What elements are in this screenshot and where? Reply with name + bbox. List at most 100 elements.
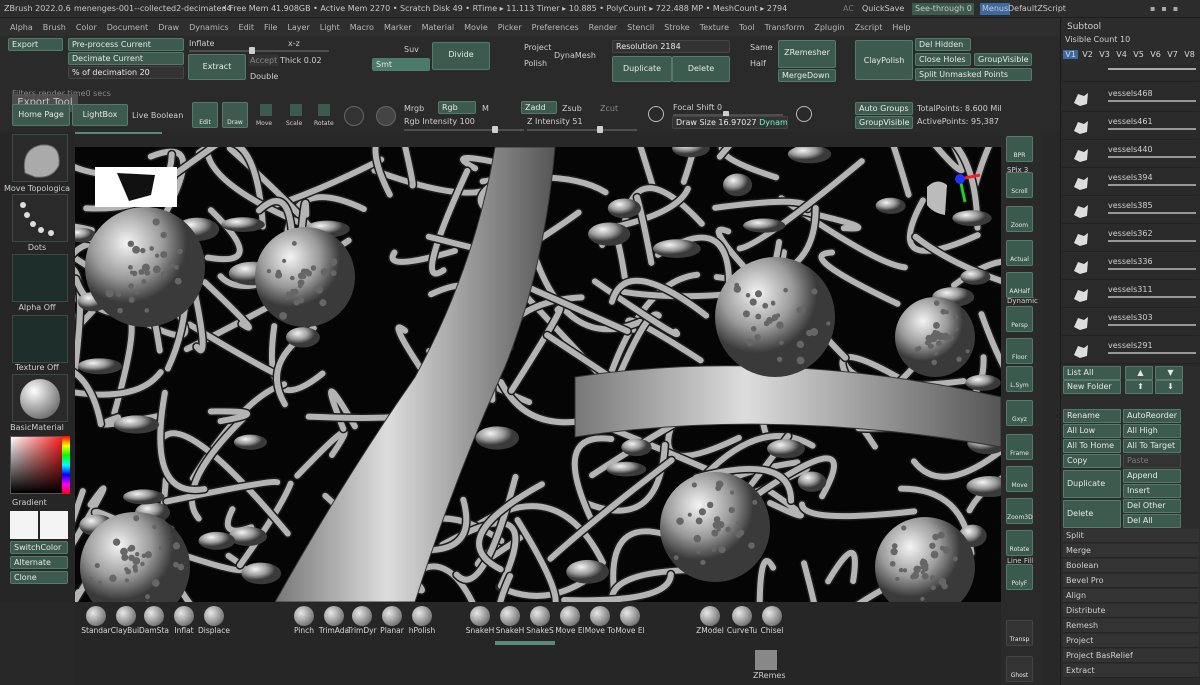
lightbox-button[interactable]: LightBox bbox=[72, 104, 128, 126]
menu-stroke[interactable]: Stroke bbox=[664, 23, 690, 32]
same-toggle[interactable]: Same bbox=[750, 42, 773, 53]
autogroups-button[interactable]: Auto Groups bbox=[855, 102, 913, 115]
sculpt-render[interactable] bbox=[75, 147, 1001, 602]
all-to-target-button[interactable]: All To Target bbox=[1123, 439, 1181, 453]
subtool-controls[interactable] bbox=[1108, 324, 1196, 332]
export-button[interactable]: Export bbox=[8, 38, 63, 51]
live-boolean-button[interactable]: Live Boolean bbox=[132, 110, 183, 121]
menu-tool[interactable]: Tool bbox=[739, 23, 755, 32]
extract-button[interactable]: Extract bbox=[188, 54, 246, 80]
menu-material[interactable]: Material bbox=[422, 23, 455, 32]
menu-light[interactable]: Light bbox=[320, 23, 340, 32]
delete-subtool-button[interactable]: Delete bbox=[1063, 500, 1121, 528]
zcut-toggle[interactable]: Zcut bbox=[600, 103, 618, 114]
menu-stencil[interactable]: Stencil bbox=[627, 23, 654, 32]
default-zscript-button[interactable]: DefaultZScript bbox=[1008, 0, 1066, 18]
duplicate-button[interactable]: Duplicate bbox=[612, 56, 672, 82]
zoom3d-button[interactable]: Zoom3D bbox=[1006, 498, 1033, 524]
menu-picker[interactable]: Picker bbox=[498, 23, 522, 32]
menu-preferences[interactable]: Preferences bbox=[532, 23, 579, 32]
bpr-button[interactable]: BPR bbox=[1006, 136, 1033, 162]
subtool-row[interactable]: vessels394 bbox=[1062, 170, 1199, 196]
menu-texture[interactable]: Texture bbox=[700, 23, 729, 32]
focal-shift-slider[interactable]: Focal Shift 0 bbox=[673, 102, 722, 113]
version-tab-v1[interactable]: V1 bbox=[1063, 50, 1078, 59]
menu-zplugin[interactable]: Zplugin bbox=[814, 23, 844, 32]
subtool-controls[interactable] bbox=[1108, 156, 1196, 164]
subtool-row[interactable]: vessels468 bbox=[1062, 86, 1199, 112]
subpalette-align[interactable]: Align bbox=[1063, 589, 1199, 603]
lsym-button[interactable]: L.Sym bbox=[1006, 366, 1033, 392]
rotate-button[interactable]: Rotate bbox=[1006, 530, 1033, 556]
move-button[interactable]: Move bbox=[1006, 466, 1033, 492]
all-to-home-button[interactable]: All To Home bbox=[1063, 439, 1121, 453]
move-mode-button[interactable]: Move bbox=[256, 118, 272, 129]
version-tab-v7[interactable]: V7 bbox=[1165, 50, 1180, 59]
edit-mode-button[interactable]: Edit bbox=[192, 102, 218, 128]
brush-4[interactable]: Displace bbox=[193, 606, 235, 635]
subtool-controls[interactable] bbox=[1108, 240, 1196, 248]
secondary-color-swatch[interactable] bbox=[40, 511, 68, 539]
see-through-slider[interactable]: See-through 0 bbox=[912, 3, 974, 15]
axis-label[interactable]: x-z bbox=[288, 38, 300, 49]
project-toggle[interactable]: Project bbox=[524, 42, 551, 53]
menus-toggle[interactable]: Menus bbox=[980, 3, 1011, 15]
thick-slider[interactable]: Thick 0.02 bbox=[280, 55, 322, 66]
brush-18[interactable]: Chisel bbox=[751, 606, 793, 635]
navigator-thumbnail[interactable] bbox=[95, 167, 177, 207]
menu-render[interactable]: Render bbox=[589, 23, 617, 32]
material-sphere-icon[interactable] bbox=[344, 106, 364, 126]
version-tab-v2[interactable]: V2 bbox=[1080, 50, 1095, 59]
subtool-controls[interactable] bbox=[1108, 184, 1196, 192]
d-brush-icon[interactable] bbox=[796, 106, 812, 122]
subtool-row[interactable]: vessels362 bbox=[1062, 226, 1199, 252]
transp-button[interactable]: Transp bbox=[1006, 620, 1033, 646]
z-intensity-track[interactable] bbox=[527, 126, 637, 133]
menu-document[interactable]: Document bbox=[107, 23, 148, 32]
version-tab-v5[interactable]: V5 bbox=[1131, 50, 1146, 59]
subtool-row[interactable]: vessels336 bbox=[1062, 254, 1199, 280]
menu-transform[interactable]: Transform bbox=[765, 23, 805, 32]
zremesh-label[interactable]: ZRemes bbox=[753, 670, 785, 681]
decimation-slider[interactable]: % of decimation 20 bbox=[68, 66, 184, 79]
subpalette-split[interactable]: Split bbox=[1063, 529, 1199, 543]
subpalette-distribute[interactable]: Distribute bbox=[1063, 604, 1199, 618]
menu-marker[interactable]: Marker bbox=[384, 23, 412, 32]
append-button[interactable]: Append bbox=[1123, 469, 1181, 483]
rotate-mode-button[interactable]: Rotate bbox=[314, 118, 334, 129]
zadd-toggle[interactable]: Zadd bbox=[521, 101, 557, 114]
subtool-controls[interactable] bbox=[1108, 212, 1196, 220]
persp-button[interactable]: Persp bbox=[1006, 306, 1033, 332]
menu-layer[interactable]: Layer bbox=[287, 23, 309, 32]
subtool-row[interactable]: vessels385 bbox=[1062, 198, 1199, 224]
arrow-up-button[interactable]: ▲ bbox=[1125, 366, 1153, 380]
xyz-button[interactable]: Gxyz bbox=[1006, 400, 1033, 426]
inflate-slider[interactable] bbox=[189, 47, 329, 54]
inflate-label[interactable]: Inflate bbox=[189, 38, 214, 49]
menu-dynamics[interactable]: Dynamics bbox=[189, 23, 228, 32]
move-down-button[interactable]: ⬇ bbox=[1155, 380, 1183, 394]
subtool-row[interactable]: vessels303 bbox=[1062, 310, 1199, 336]
zremesher-button[interactable]: ZRemesher bbox=[778, 40, 836, 68]
alternate-button[interactable]: Alternate bbox=[10, 556, 68, 569]
subtool-row[interactable]: vessels461 bbox=[1062, 114, 1199, 140]
version-tab-v8[interactable]: V8 bbox=[1182, 50, 1197, 59]
subtool-controls[interactable] bbox=[1108, 128, 1196, 136]
version-tab-v6[interactable]: V6 bbox=[1148, 50, 1163, 59]
menu-edit[interactable]: Edit bbox=[239, 23, 255, 32]
accept-button[interactable]: Accept bbox=[248, 55, 280, 66]
subtool-row[interactable]: vessels291 bbox=[1062, 338, 1199, 364]
menu-file[interactable]: File bbox=[264, 23, 277, 32]
ghost-button[interactable]: Ghost bbox=[1006, 656, 1033, 682]
dynamic-label[interactable]: Dynamic bbox=[1007, 296, 1038, 307]
subpalette-extract[interactable]: Extract bbox=[1063, 664, 1199, 678]
polyf-button[interactable]: PolyF bbox=[1006, 564, 1033, 590]
subtool-controls[interactable] bbox=[1108, 268, 1196, 276]
aahalf-button[interactable]: AAHalf bbox=[1006, 272, 1033, 298]
zsub-toggle[interactable]: Zsub bbox=[562, 103, 582, 114]
actual-button[interactable]: Actual bbox=[1006, 240, 1033, 266]
brush-shelf-scrollbar[interactable] bbox=[495, 641, 555, 645]
menu-alpha[interactable]: Alpha bbox=[10, 23, 33, 32]
del-all-button[interactable]: Del All bbox=[1123, 514, 1181, 528]
menu-color[interactable]: Color bbox=[76, 23, 97, 32]
